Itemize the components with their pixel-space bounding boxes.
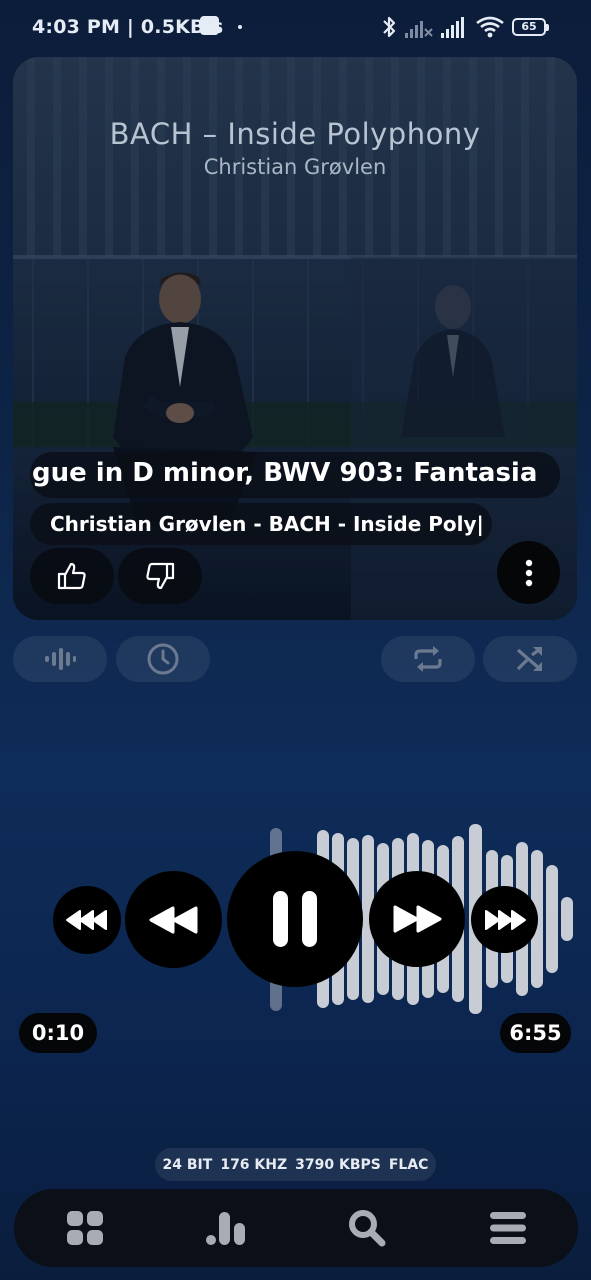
pause-icon (273, 891, 317, 947)
fast-forward-button[interactable] (369, 871, 465, 967)
pause-button[interactable] (227, 851, 363, 987)
track-title-pill[interactable]: gue in D minor, BWV 903: Fantasia (30, 452, 560, 498)
nav-menu[interactable] (437, 1189, 578, 1267)
fast-forward-icon (393, 905, 442, 933)
visualizer-icon (45, 648, 76, 670)
total-duration: 6:55 (500, 1013, 571, 1053)
more-vertical-icon (525, 559, 532, 586)
menu-icon (489, 1212, 526, 1244)
sample-rate: 176 KHZ (220, 1156, 288, 1173)
album-cover-artist: Christian Grøvlen (203, 155, 387, 179)
sleep-timer-button[interactable] (116, 636, 210, 682)
like-button[interactable] (30, 548, 114, 604)
stats-icon (205, 1212, 245, 1245)
audio-format-info: 24 BIT 176 KHZ 3790 KBPS FLAC (155, 1148, 436, 1181)
status-time-speed: 4:03 PM | 0.5KB/s (32, 16, 224, 38)
repeat-icon (414, 646, 442, 672)
skip-next-button[interactable] (471, 886, 538, 953)
search-icon (348, 1210, 385, 1247)
bottom-navigation (14, 1189, 578, 1267)
nav-library[interactable] (14, 1189, 155, 1267)
shuffle-button[interactable] (483, 636, 577, 682)
waveform-bar (546, 865, 558, 973)
wifi-icon (476, 16, 504, 38)
bluetooth-icon (383, 16, 396, 38)
status-bar: 4:03 PM | 0.5KB/s 65 (0, 0, 591, 56)
nav-search[interactable] (296, 1189, 437, 1267)
thumbs-up-icon (57, 562, 86, 590)
notification-dot-icon (238, 25, 242, 29)
skip-next-icon (484, 909, 526, 930)
notification-square-icon (200, 16, 219, 35)
thumbs-down-icon (146, 562, 175, 590)
dislike-button[interactable] (118, 548, 202, 604)
nav-stats[interactable] (155, 1189, 296, 1267)
skip-previous-button[interactable] (53, 886, 121, 954)
visualizer-button[interactable] (13, 636, 107, 682)
shuffle-icon (516, 647, 542, 671)
bitrate: 3790 KBPS (295, 1156, 381, 1173)
codec: FLAC (388, 1156, 429, 1173)
more-options-button[interactable] (497, 541, 560, 604)
signal-icon (441, 17, 464, 38)
track-artist-album-pill[interactable]: Christian Grøvlen - BACH - Inside Poly| (30, 503, 492, 545)
track-artist-album: Christian Grøvlen - BACH - Inside Poly| (50, 512, 484, 536)
elapsed-time: 0:10 (19, 1013, 97, 1053)
rewind-icon (149, 906, 197, 933)
skip-previous-icon (66, 910, 107, 930)
battery-icon: 65 (512, 18, 549, 36)
track-title: gue in D minor, BWV 903: Fantasia (32, 458, 538, 488)
album-cover-title: BACH – Inside Polyphony (109, 117, 481, 151)
waveform-bar (561, 897, 573, 941)
bit-depth: 24 BIT (162, 1156, 213, 1173)
signal-x-icon (405, 21, 433, 38)
rewind-button[interactable] (125, 871, 222, 968)
library-grid-icon (66, 1211, 103, 1245)
repeat-button[interactable] (381, 636, 475, 682)
sleep-timer-icon (147, 643, 179, 675)
